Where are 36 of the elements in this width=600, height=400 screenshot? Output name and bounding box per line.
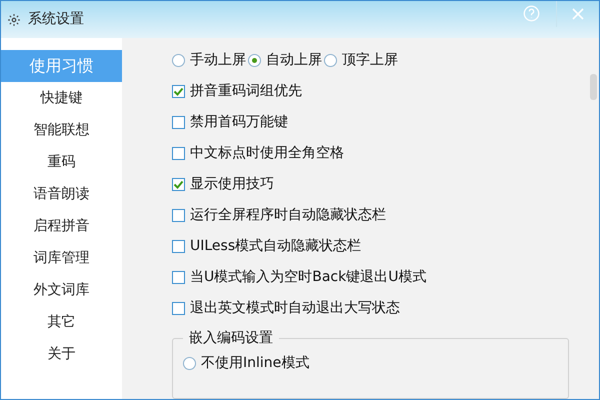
sidebar-item[interactable]: 其它: [1, 306, 122, 338]
radio-label: 顶字上屏: [342, 50, 398, 70]
checkbox-label: 运行全屏程序时自动隐藏状态栏: [190, 206, 386, 224]
checkbox-label: 当U模式输入为空时Back键退出U模式: [190, 268, 426, 286]
checkbox-label: 拼音重码词组优先: [190, 82, 302, 100]
checkbox[interactable]: [172, 208, 185, 222]
gear-icon: [7, 12, 21, 26]
sidebar-item[interactable]: 外文词库: [1, 274, 122, 306]
radio-button[interactable]: [248, 54, 261, 66]
checkbox-label: 禁用首码万能键: [190, 112, 288, 132]
checkbox[interactable]: [172, 270, 185, 284]
window-title: 系统设置: [28, 10, 84, 29]
checkbox[interactable]: [172, 84, 185, 98]
radio-label: 不使用Inline模式: [201, 354, 310, 372]
checkbox[interactable]: [172, 116, 185, 128]
radio-label: 手动上屏: [190, 50, 246, 70]
checkbox[interactable]: [172, 178, 185, 190]
checkbox-label: 退出英文模式时自动退出大写状态: [190, 298, 400, 318]
sidebar-item[interactable]: 语音朗读: [1, 178, 122, 210]
sidebar-item[interactable]: 重码: [1, 146, 122, 178]
sidebar-item[interactable]: 关于: [1, 338, 122, 370]
radio-label: 自动上屏: [266, 50, 322, 70]
checkbox-label: 中文标点时使用全角空格: [190, 144, 344, 162]
checkbox-label: UILess模式自动隐藏状态栏: [190, 236, 362, 256]
radio-button[interactable]: [172, 54, 185, 66]
sidebar-item[interactable]: 词库管理: [1, 242, 122, 274]
scrollbar[interactable]: [590, 74, 597, 100]
sidebar-item[interactable]: 智能联想: [1, 114, 122, 146]
sidebar-item[interactable]: 启程拼音: [1, 210, 122, 242]
checkbox[interactable]: [172, 146, 185, 160]
checkbox[interactable]: [172, 240, 185, 252]
checkbox[interactable]: [172, 302, 185, 314]
radio-button[interactable]: [324, 54, 337, 66]
radio-button[interactable]: [183, 356, 196, 370]
checkbox-label: 显示使用技巧: [190, 174, 274, 194]
sidebar-item[interactable]: 快捷键: [1, 82, 122, 114]
